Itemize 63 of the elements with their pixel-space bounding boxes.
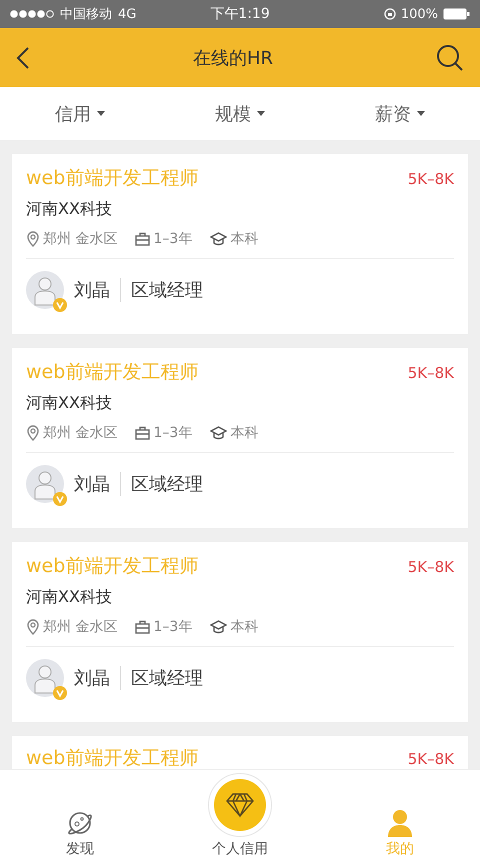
briefcase-icon <box>135 232 150 246</box>
recruiter-role: 区域经理 <box>130 279 203 302</box>
briefcase-icon <box>135 620 150 634</box>
education-text: 本科 <box>230 424 258 442</box>
page-title: 在线的HR <box>192 46 274 70</box>
recruiter-role: 区域经理 <box>130 473 203 496</box>
caret-icon <box>257 111 265 116</box>
planet-icon <box>65 809 95 837</box>
location-text: 郑州 金水区 <box>43 230 118 248</box>
company-name: 河南XX科技 <box>26 199 113 220</box>
status-time: 下午1:19 <box>210 5 270 23</box>
avatar-icon <box>26 659 64 697</box>
search-button[interactable] <box>436 44 464 72</box>
briefcase-icon <box>135 426 150 440</box>
battery-icon <box>443 8 470 20</box>
job-title: web前端开发工程师 <box>26 362 198 383</box>
salary-range: 5K–8K <box>408 558 454 576</box>
experience-text: 1–3年 <box>153 424 192 442</box>
rotation-lock-icon <box>384 8 396 20</box>
back-button[interactable] <box>16 46 30 70</box>
company-name: 河南XX科技 <box>26 393 113 414</box>
battery-percent: 100% <box>400 6 438 22</box>
tab-bar-item[interactable]: 发现 <box>0 770 160 862</box>
location-icon <box>26 231 40 247</box>
recruiter-name: 刘晶 <box>74 278 121 302</box>
graduation-cap-icon <box>210 620 228 634</box>
filter-dropdown[interactable]: 薪资 <box>320 100 480 126</box>
job-title: web前端开发工程师 <box>26 168 198 189</box>
carrier-text: 中国移动 <box>60 6 112 23</box>
job-title: web前端开发工程师 <box>26 556 198 577</box>
graduation-cap-icon <box>210 232 228 246</box>
salary-range: 5K–8K <box>408 364 454 382</box>
filter-dropdown[interactable]: 规模 <box>160 100 320 126</box>
avatar-icon <box>26 271 64 309</box>
tab-bar-item[interactable]: 个人信用 <box>160 770 320 862</box>
location-text: 郑州 金水区 <box>43 618 118 636</box>
salary-range: 5K–8K <box>408 170 454 188</box>
education-text: 本科 <box>230 618 258 636</box>
recruiter-role: 区域经理 <box>130 667 203 690</box>
job-card[interactable]: web前端开发工程师 5K–8K <box>12 736 468 769</box>
location-icon <box>26 425 40 441</box>
filter-dropdown[interactable]: 信用 <box>0 100 160 126</box>
avatar-icon <box>26 465 64 503</box>
experience-text: 1–3年 <box>153 618 192 636</box>
diamond-icon <box>225 792 255 818</box>
job-title: web前端开发工程师 <box>26 748 198 769</box>
recruiter-name: 刘晶 <box>74 472 121 496</box>
job-card[interactable]: web前端开发工程师 5K–8K 河南XX科技 郑州 金水区 1–3年 本科 刘晶 区域经理 <box>12 348 468 528</box>
salary-range: 5K–8K <box>408 750 454 768</box>
job-card[interactable]: web前端开发工程师 5K–8K 河南XX科技 郑州 金水区 1–3年 本科 刘晶 区域经理 <box>12 542 468 722</box>
signal-icon <box>10 10 54 18</box>
recruiter-name: 刘晶 <box>74 666 121 690</box>
education-text: 本科 <box>230 230 258 248</box>
caret-icon <box>417 111 425 116</box>
location-icon <box>26 619 40 635</box>
graduation-cap-icon <box>210 426 228 440</box>
job-card[interactable]: web前端开发工程师 5K–8K 河南XX科技 郑州 金水区 1–3年 本科 刘晶 区域经理 <box>12 154 468 334</box>
experience-text: 1–3年 <box>153 230 192 248</box>
network-text: 4G <box>118 6 136 22</box>
company-name: 河南XX科技 <box>26 587 113 608</box>
person-icon <box>386 809 414 837</box>
location-text: 郑州 金水区 <box>43 424 118 442</box>
caret-icon <box>97 111 105 116</box>
